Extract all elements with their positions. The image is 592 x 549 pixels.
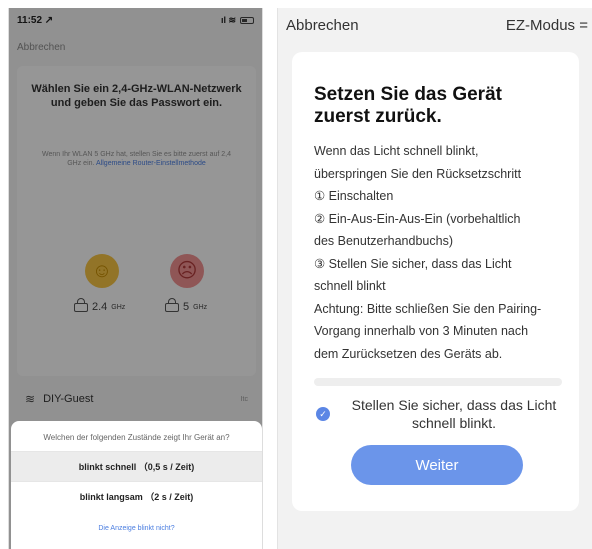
ez-mode-switch[interactable]: EZ-Modus = [506, 17, 588, 34]
next-button[interactable]: Weiter [351, 445, 523, 485]
instruction-line: ② Ein-Aus-Ein-Aus-Ein (vorbehaltlich [314, 211, 521, 226]
instructions-text: Wenn das Licht schnell blinkt, übersprin… [314, 140, 569, 365]
confirm-label[interactable]: Stellen Sie sicher, dass das Licht schne… [336, 396, 572, 432]
reset-instructions-card: Setzen Sie das Gerät zuerst zurück. Wenn… [292, 52, 579, 511]
instruction-line: Wenn das Licht schnell blinkt, [314, 144, 479, 158]
option-blinks-slow[interactable]: blinkt langsam （2 s / Zeit) [11, 481, 262, 511]
option-blinks-fast[interactable]: blinkt schnell （0,5 s / Zeit) [11, 451, 262, 481]
instruction-line: des Benutzerhandbuchs) [314, 234, 453, 248]
confirm-checkbox[interactable]: ✓ [316, 407, 330, 421]
instruction-line: überspringen Sie den Rücksetzschritt [314, 166, 522, 181]
instruction-line: Vorgang innerhalb von 3 Minuten nach [314, 324, 529, 338]
blink-state-sheet: Welchen der folgenden Zustände zeigt Ihr… [11, 421, 262, 549]
page-title: Setzen Sie das Gerät zuerst zurück. [314, 84, 502, 127]
right-phone-screen: Abbrechen EZ-Modus = Setzen Sie das Gerä… [277, 8, 592, 549]
divider [314, 378, 562, 386]
instruction-line: ① Einschalten [314, 189, 394, 203]
left-phone-screen: 11:52 ↗ ıl ≋ Abbrechen Wählen Sie ein 2,… [8, 8, 263, 549]
cancel-button[interactable]: Abbrechen [286, 17, 359, 34]
instruction-line: Achtung: Bitte schließen Sie den Pairing… [314, 301, 542, 316]
screenshot-stage: 11:52 ↗ ıl ≋ Abbrechen Wählen Sie ein 2,… [0, 0, 592, 549]
sheet-question: Welchen der folgenden Zustände zeigt Ihr… [43, 433, 230, 442]
instruction-line: ③ Stellen Sie sicher, dass das Licht [314, 256, 512, 271]
instruction-line: dem Zurücksetzen des Geräts ab. [314, 346, 503, 361]
instruction-line: schnell blinkt [314, 279, 386, 293]
no-blink-link[interactable]: Die Anzeige blinkt nicht? [11, 525, 262, 532]
